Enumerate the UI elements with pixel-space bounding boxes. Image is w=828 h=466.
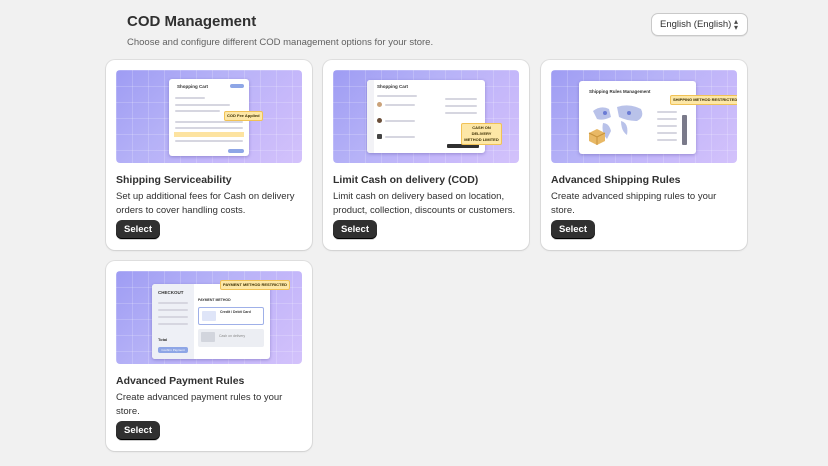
- advanced-shipping-rules-illustration: Shipping Rules Management SHIPPING METHO…: [551, 70, 737, 163]
- shipping-serviceability-illustration: Shopping Cart COD Fee Applied: [116, 70, 302, 163]
- card-description: Set up additional fees for Cash on deliv…: [116, 191, 295, 216]
- page-subtitle: Choose and configure different COD manag…: [127, 37, 434, 48]
- page-title: COD Management: [127, 13, 257, 30]
- thumb-badge: COD Fee Applied: [224, 111, 263, 121]
- option-card-advanced-payment-rules: CHECKOUT Total Confirm Payment PAYMENT M…: [106, 261, 312, 451]
- chevron-up-down-icon: ▴ ▾: [733, 17, 738, 32]
- thumb-heading: Shipping Rules Management: [589, 89, 651, 94]
- page-header: COD Management Choose and configure diff…: [127, 12, 433, 49]
- package-box-icon: [588, 129, 606, 145]
- language-select-value: English (English): [660, 19, 732, 30]
- card-title: Shipping Serviceability: [116, 174, 232, 186]
- card-description: Limit cash on delivery based on location…: [333, 191, 516, 216]
- limit-cod-illustration: Shopping Cart CASH ON DELIVERY METHOD LI…: [333, 70, 519, 163]
- thumb-heading: Shopping Cart: [377, 84, 408, 89]
- option-card-limit-cod: Shopping Cart CASH ON DELIVERY METHOD LI…: [323, 60, 529, 250]
- thumb-heading: Shopping Cart: [177, 84, 208, 89]
- language-select[interactable]: English (English) ▴ ▾: [651, 13, 748, 36]
- thumb-cod-option: Cash on delivery: [219, 334, 246, 338]
- select-button[interactable]: Select: [116, 220, 160, 239]
- thumb-badge: SHIPPING METHOD RESTRICTED: [670, 95, 737, 105]
- select-button[interactable]: Select: [116, 421, 160, 440]
- thumb-method-label: PAYMENT METHOD: [198, 298, 231, 302]
- option-card-advanced-shipping-rules: Shipping Rules Management SHIPPING METHO…: [541, 60, 747, 250]
- thumb-badge: PAYMENT METHOD RESTRICTED: [220, 280, 291, 290]
- thumb-badge: CASH ON DELIVERY METHOD LIMITED: [461, 123, 502, 145]
- advanced-payment-rules-illustration: CHECKOUT Total Confirm Payment PAYMENT M…: [116, 271, 302, 364]
- card-title: Limit Cash on delivery (COD): [333, 174, 479, 186]
- card-title: Advanced Payment Rules: [116, 375, 245, 387]
- select-button[interactable]: Select: [333, 220, 377, 239]
- select-button[interactable]: Select: [551, 220, 595, 239]
- option-card-shipping-serviceability: Shopping Cart COD Fee Applied Shipping S…: [106, 60, 312, 250]
- thumb-total-label: Total: [158, 337, 168, 342]
- thumb-heading: CHECKOUT: [158, 290, 184, 295]
- card-title: Advanced Shipping Rules: [551, 174, 681, 186]
- thumb-confirm-button: Confirm Payment: [158, 347, 188, 353]
- card-description: Create advanced shipping rules to your s…: [551, 191, 717, 216]
- thumb-card-option: Credit / Debit Card: [220, 310, 251, 314]
- card-description: Create advanced payment rules to your st…: [116, 392, 283, 417]
